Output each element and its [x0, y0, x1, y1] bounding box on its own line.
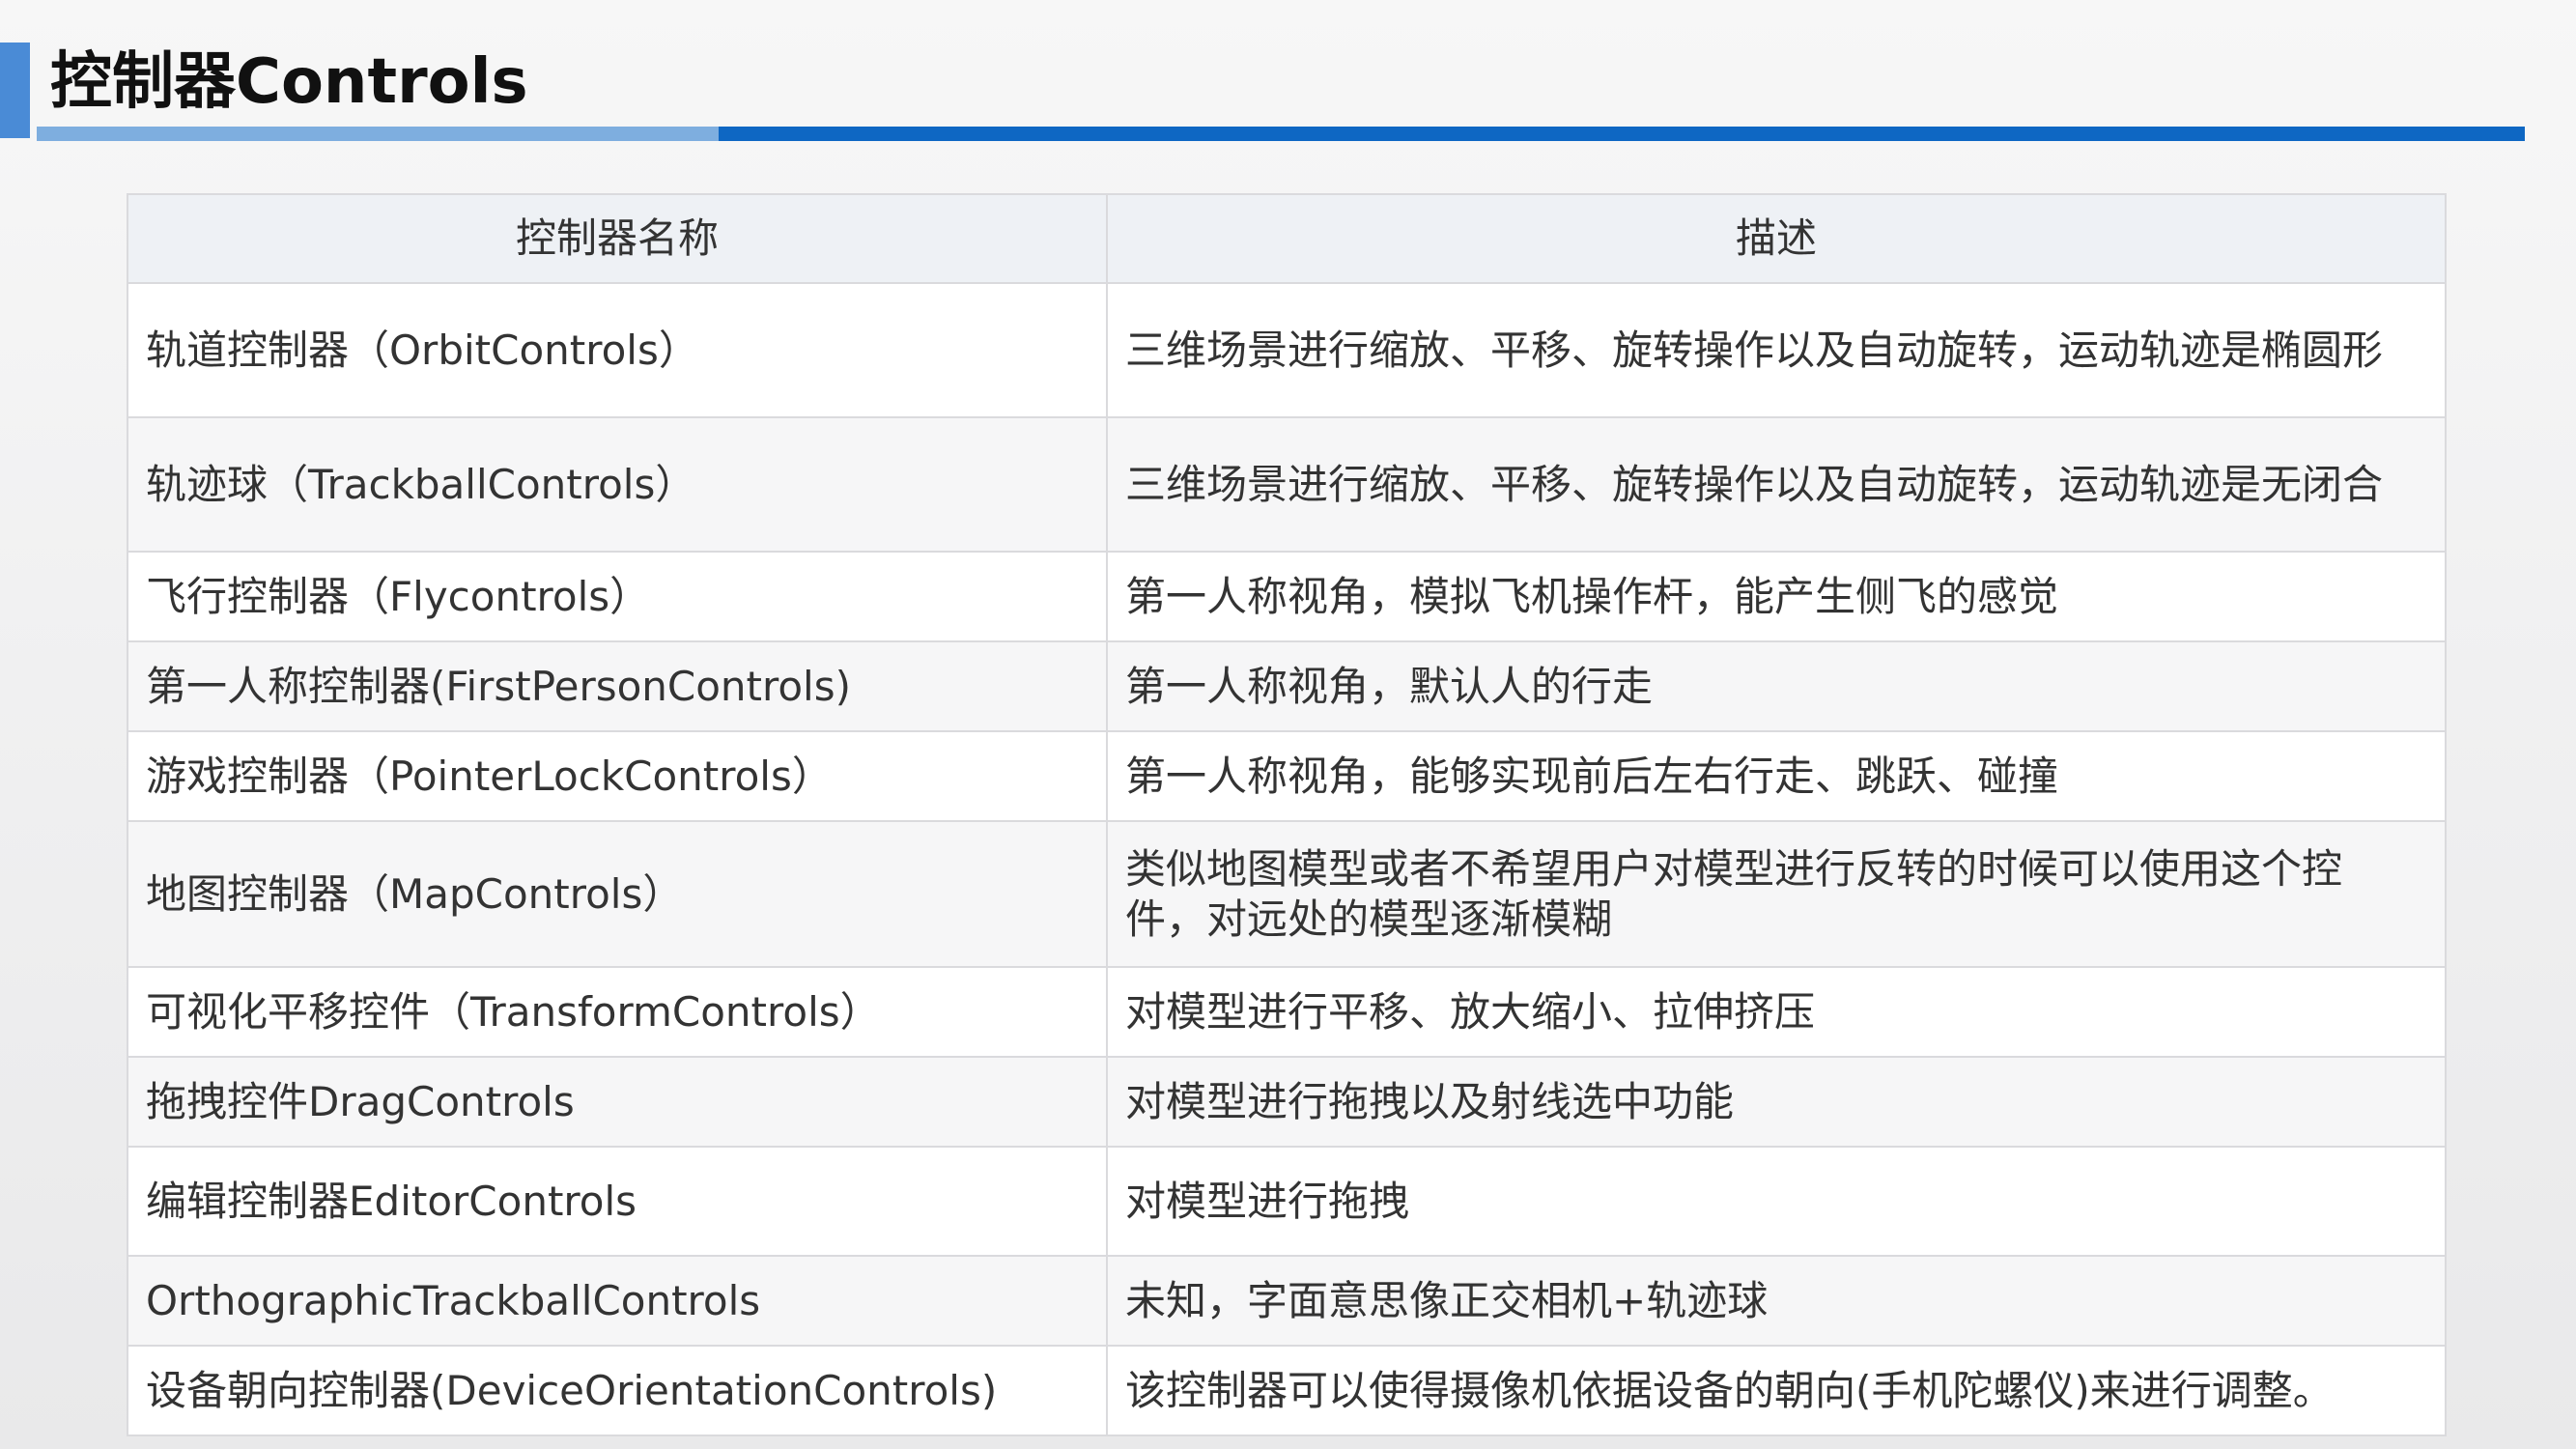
controller-name-cell: 设备朝向控制器(DeviceOrientationControls)	[127, 1345, 1108, 1436]
table-row: 轨迹球（TrackballControls） 三维场景进行缩放、平移、旋转操作以…	[127, 416, 2447, 553]
controls-table: 控制器名称 描述 轨道控制器（OrbitControls） 三维场景进行缩放、平…	[127, 193, 2447, 1436]
title-underline-dark	[719, 127, 2525, 141]
description-cell: 三维场景进行缩放、平移、旋转操作以及自动旋转，运动轨迹是椭圆形	[1106, 282, 2447, 418]
controller-name-cell: OrthographicTrackballControls	[127, 1255, 1108, 1347]
controller-name-cell: 可视化平移控件（TransformControls）	[127, 966, 1108, 1058]
controller-name-cell: 轨迹球（TrackballControls）	[127, 416, 1108, 553]
table-row: 游戏控制器（PointerLockControls） 第一人称视角，能够实现前后…	[127, 730, 2447, 822]
title-accent-bar	[0, 43, 30, 138]
table-header-row: 控制器名称 描述	[127, 193, 2447, 284]
description-cell: 对模型进行平移、放大缩小、拉伸挤压	[1106, 966, 2447, 1058]
controller-name-cell: 地图控制器（MapControls）	[127, 820, 1108, 968]
description-cell: 对模型进行拖拽以及射线选中功能	[1106, 1056, 2447, 1148]
controller-name-cell: 编辑控制器EditorControls	[127, 1146, 1108, 1257]
table-row: OrthographicTrackballControls 未知，字面意思像正交…	[127, 1255, 2447, 1347]
controller-name-cell: 轨道控制器（OrbitControls）	[127, 282, 1108, 418]
table-row: 地图控制器（MapControls） 类似地图模型或者不希望用户对模型进行反转的…	[127, 820, 2447, 968]
table-row: 飞行控制器（Flycontrols） 第一人称视角，模拟飞机操作杆，能产生侧飞的…	[127, 551, 2447, 642]
table-row: 第一人称控制器(FirstPersonControls) 第一人称视角，默认人的…	[127, 640, 2447, 732]
table-row: 编辑控制器EditorControls 对模型进行拖拽	[127, 1146, 2447, 1257]
table-row: 拖拽控件DragControls 对模型进行拖拽以及射线选中功能	[127, 1056, 2447, 1148]
header-description: 描述	[1106, 193, 2447, 284]
description-cell: 三维场景进行缩放、平移、旋转操作以及自动旋转，运动轨迹是无闭合	[1106, 416, 2447, 553]
description-cell: 对模型进行拖拽	[1106, 1146, 2447, 1257]
header-controller-name: 控制器名称	[127, 193, 1108, 284]
table-row: 可视化平移控件（TransformControls） 对模型进行平移、放大缩小、…	[127, 966, 2447, 1058]
description-cell: 第一人称视角，能够实现前后左右行走、跳跃、碰撞	[1106, 730, 2447, 822]
controller-name-cell: 拖拽控件DragControls	[127, 1056, 1108, 1148]
controller-name-cell: 第一人称控制器(FirstPersonControls)	[127, 640, 1108, 732]
description-cell: 未知，字面意思像正交相机+轨迹球	[1106, 1255, 2447, 1347]
table-row: 轨道控制器（OrbitControls） 三维场景进行缩放、平移、旋转操作以及自…	[127, 282, 2447, 418]
table-row: 设备朝向控制器(DeviceOrientationControls) 该控制器可…	[127, 1345, 2447, 1436]
page-title: 控制器Controls	[50, 46, 528, 118]
description-cell: 第一人称视角，默认人的行走	[1106, 640, 2447, 732]
description-cell: 该控制器可以使得摄像机依据设备的朝向(手机陀螺仪)来进行调整。	[1106, 1345, 2447, 1436]
controller-name-cell: 游戏控制器（PointerLockControls）	[127, 730, 1108, 822]
description-cell: 第一人称视角，模拟飞机操作杆，能产生侧飞的感觉	[1106, 551, 2447, 642]
title-underline-light	[37, 127, 719, 141]
controls-table-container: 控制器名称 描述 轨道控制器（OrbitControls） 三维场景进行缩放、平…	[127, 193, 2447, 1436]
controller-name-cell: 飞行控制器（Flycontrols）	[127, 551, 1108, 642]
description-cell: 类似地图模型或者不希望用户对模型进行反转的时候可以使用这个控件，对远处的模型逐渐…	[1106, 820, 2447, 968]
